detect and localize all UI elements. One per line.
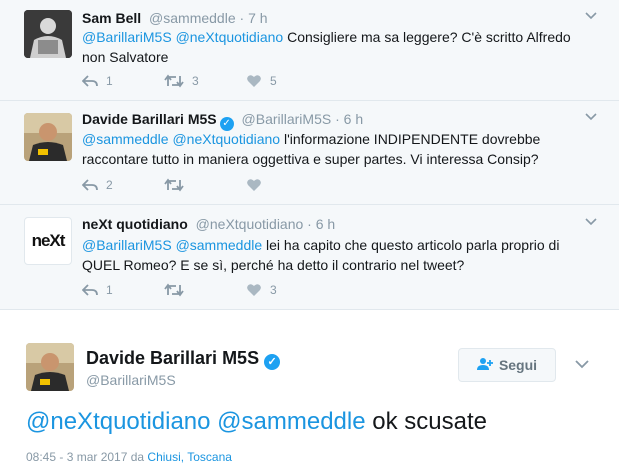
author-handle[interactable]: @BarillariM5S	[242, 111, 332, 127]
author-name[interactable]: neXt quotidiano	[82, 216, 188, 232]
timestamp[interactable]: 6 h	[316, 216, 335, 232]
like-icon	[247, 284, 261, 296]
retweet-button[interactable]: 3	[164, 74, 199, 88]
reply-icon	[82, 179, 98, 191]
location-city[interactable]: Chiusi	[147, 450, 180, 464]
reply-count: 2	[106, 178, 113, 192]
tweet-text: @neXtquotidiano @sammeddle ok scusate	[26, 407, 487, 437]
like-count: 5	[270, 74, 277, 88]
tweet-reply-2[interactable]: Davide Barillari M5S ✓ @BarillariM5S · 6 …	[0, 101, 619, 205]
caret-down-icon[interactable]	[585, 8, 597, 23]
reply-button[interactable]: 1	[82, 283, 113, 297]
tweet-header: Sam Bell @sammeddle · 7 h	[82, 10, 268, 26]
tweet-text: @BarillariM5S @sammeddle lei ha capito c…	[82, 235, 582, 275]
location-prefix: da	[127, 450, 148, 464]
retweet-button[interactable]	[164, 178, 192, 192]
retweet-icon	[164, 178, 184, 192]
follow-label: Segui	[498, 357, 538, 373]
retweet-icon	[164, 74, 184, 88]
avatar[interactable]: neXt	[24, 217, 72, 265]
mention-links[interactable]: @neXtquotidiano @sammeddle	[26, 408, 366, 435]
reply-icon	[82, 75, 98, 87]
like-button[interactable]: 3	[246, 283, 277, 297]
tweet-meta: 08:45 - 3 mar 2017 da Chiusi, Toscana	[26, 450, 232, 464]
timestamp[interactable]: 08:45 - 3 mar 2017	[26, 450, 127, 464]
tweet-header: Davide Barillari M5S ✓ @BarillariM5S · 6 …	[82, 111, 363, 131]
main-tweet: Davide Barillari M5S ✓ @BarillariM5S Segu…	[0, 321, 619, 474]
caret-down-icon[interactable]	[575, 357, 589, 372]
reply-icon	[82, 284, 98, 296]
tweet-text: @sammeddle @neXtquotidiano l'informazion…	[82, 129, 582, 169]
tweet-header: neXt quotidiano @neXtquotidiano · 6 h	[82, 216, 335, 232]
tweet-reply-3[interactable]: neXt neXt quotidiano @neXtquotidiano · 6…	[0, 205, 619, 310]
avatar[interactable]	[24, 10, 72, 58]
like-button[interactable]	[246, 178, 270, 192]
caret-down-icon[interactable]	[585, 214, 597, 229]
like-icon	[247, 179, 261, 191]
avatar[interactable]	[26, 343, 74, 391]
add-user-icon	[476, 357, 493, 373]
like-count: 3	[270, 283, 277, 297]
author-name[interactable]: Sam Bell	[82, 10, 141, 26]
location-region[interactable]: Toscana	[187, 450, 232, 464]
author-handle[interactable]: @BarillariM5S	[86, 372, 176, 388]
reply-count: 1	[106, 283, 113, 297]
author-handle[interactable]: @neXtquotidiano	[196, 216, 304, 232]
timestamp[interactable]: 6 h	[344, 111, 363, 127]
separator-dot: ·	[335, 111, 340, 127]
separator-dot: ·	[239, 10, 245, 26]
like-button[interactable]: 5	[246, 74, 277, 88]
reply-count: 1	[106, 74, 113, 88]
mention-links[interactable]: @BarillariM5S @sammeddle	[82, 237, 262, 253]
reply-button[interactable]: 1	[82, 74, 113, 88]
timestamp[interactable]: 7 h	[248, 10, 267, 26]
next-logo: neXt	[31, 231, 66, 250]
retweet-count: 3	[192, 74, 199, 88]
retweet-button[interactable]	[164, 283, 192, 297]
mention-links[interactable]: @sammeddle @neXtquotidiano	[82, 131, 280, 147]
follow-button[interactable]: Segui	[458, 348, 556, 382]
author-name[interactable]: Davide Barillari M5S ✓	[86, 348, 281, 370]
mention-links[interactable]: @BarillariM5S @neXtquotidiano	[82, 29, 283, 45]
retweet-icon	[164, 283, 184, 297]
tweet-body: ok scusate	[365, 408, 487, 435]
tweet-reply-1[interactable]: Sam Bell @sammeddle · 7 h @BarillariM5S …	[0, 0, 619, 101]
like-icon	[247, 75, 261, 87]
author-name[interactable]: Davide Barillari M5S	[82, 111, 217, 127]
author-handle[interactable]: @sammeddle	[149, 10, 236, 26]
reply-button[interactable]: 2	[82, 178, 113, 192]
caret-down-icon[interactable]	[585, 109, 597, 124]
verified-icon: ✓	[264, 354, 281, 370]
tweet-text: @BarillariM5S @neXtquotidiano Consiglier…	[82, 27, 582, 67]
author-name-text: Davide Barillari M5S	[86, 348, 260, 368]
separator-dot: ·	[307, 216, 312, 232]
avatar[interactable]	[24, 113, 72, 161]
